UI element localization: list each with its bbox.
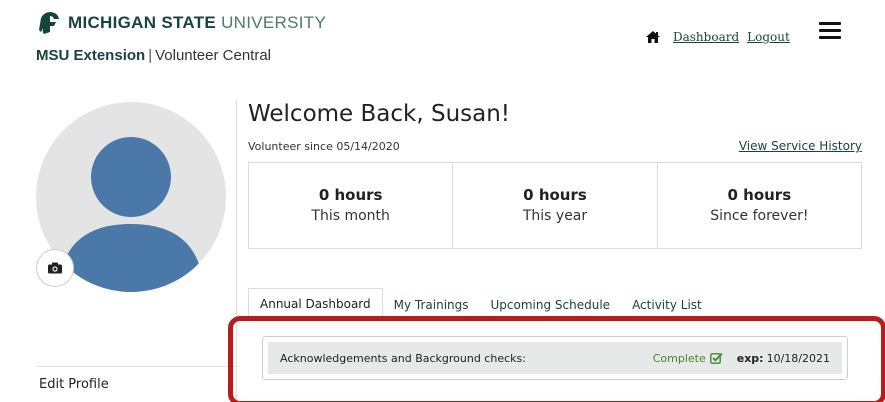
subtitle-volunteer-central: Volunteer Central [155,47,271,64]
highlight-annotation-box [228,316,885,402]
subtitle-extension: MSU Extension [36,47,146,64]
hamburger-bar [819,29,841,32]
top-nav: Dashboard Logout [645,30,798,44]
hamburger-menu-icon[interactable] [819,22,841,39]
hamburger-bar [819,36,841,39]
stat-label: This year [522,208,588,224]
brand-light: UNIVERSITY [221,13,327,32]
msu-logo[interactable]: MICHIGAN STATE UNIVERSITY [36,10,326,36]
stat-label: This month [311,208,390,224]
top-header: MICHIGAN STATE UNIVERSITY MSU Extension |… [0,0,885,78]
stat-label: Since forever! [710,208,809,224]
stat-value: 0 hours [727,186,792,204]
welcome-heading: Welcome Back, Susan! [248,101,511,127]
change-photo-button[interactable] [36,249,74,287]
tab-upcoming-schedule[interactable]: Upcoming Schedule [480,290,622,319]
view-service-history-link[interactable]: View Service History [739,139,862,153]
stat-since-forever: 0 hours Since forever! [658,163,861,248]
sidebar-separator [36,366,236,367]
home-icon[interactable] [645,30,661,44]
dashboard-link[interactable]: Dashboard [673,30,739,44]
hours-stats-panel: 0 hours This month 0 hours This year 0 h… [248,162,862,249]
brand-strong: MICHIGAN STATE [68,13,217,32]
site-subtitle: MSU Extension | Volunteer Central [36,47,271,64]
stat-value: 0 hours [523,186,587,204]
university-wordmark: MICHIGAN STATE UNIVERSITY [68,13,326,33]
spartan-helmet-icon [39,12,59,34]
edit-profile-link[interactable]: Edit Profile [39,377,109,392]
stat-value: 0 hours [318,186,383,204]
tab-annual-dashboard[interactable]: Annual Dashboard [248,288,383,319]
tab-my-trainings[interactable]: My Trainings [383,290,480,319]
camera-icon [48,262,62,274]
subtitle-separator: | [148,47,153,64]
volunteer-since-text: Volunteer since 05/14/2020 [248,140,400,153]
logout-link[interactable]: Logout [747,30,790,44]
tab-activity-list[interactable]: Activity List [621,290,713,319]
hamburger-bar [819,22,841,25]
dashboard-tabs: Annual Dashboard My Trainings Upcoming S… [248,288,713,319]
stat-this-year: 0 hours This year [453,163,658,248]
stat-this-month: 0 hours This month [249,163,454,248]
